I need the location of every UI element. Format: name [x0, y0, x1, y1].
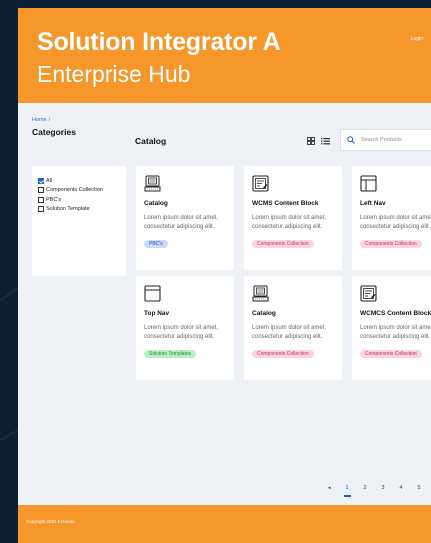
checkbox[interactable]: [38, 177, 44, 184]
top-nav-icon: [144, 285, 161, 302]
card-description: Lorem ipsum dolor sit amet, consectetur …: [360, 214, 431, 232]
category-option-pbcs[interactable]: PBC's: [38, 195, 120, 205]
brand-subtitle: Enterprise Hub: [37, 61, 191, 87]
active-page-indicator: [344, 495, 351, 497]
categories-title: Categories: [32, 127, 76, 137]
breadcrumb-home-link[interactable]: Home: [32, 117, 47, 123]
category-tag: Solution Templates: [144, 349, 197, 359]
card-description: Lorem ipsum dolor sit amet, consectetur …: [144, 324, 226, 342]
catalog-icon: [252, 285, 269, 302]
card-description-line: Lorem ipsum dolor sit amet,: [252, 215, 327, 221]
card-description: Lorem ipsum dolor sit amet, consectetur …: [252, 214, 334, 232]
category-filter-panel: All Components Collection PBC's Solution…: [32, 166, 126, 276]
card-description-line: Lorem ipsum dolor sit amet,: [144, 325, 219, 331]
card-description: Lorem ipsum dolor sit amet, consectetur …: [360, 324, 431, 342]
header: Solution Integrator A Enterprise Hub Log…: [18, 8, 431, 103]
card-title: WCMCS Content Block: [360, 310, 431, 317]
card-title: Top Nav: [144, 310, 170, 317]
card-description: Lorem ipsum dolor sit amet, consectetur …: [144, 214, 226, 232]
copyright-text: Copyright 2021 Entando: [26, 519, 75, 524]
search-input[interactable]: [361, 137, 431, 143]
category-label: Solution Template: [46, 206, 90, 213]
page-button-5[interactable]: 5: [415, 485, 423, 491]
product-card[interactable]: Left Nav Lorem ipsum dolor sit amet, con…: [352, 166, 431, 270]
grid-view-icon[interactable]: [307, 137, 315, 145]
pagination: ◂ 1 2 3 4 5: [18, 485, 431, 499]
checkbox[interactable]: [38, 187, 44, 194]
card-description-line: consectetur adipiscing elit.: [144, 224, 215, 230]
card-title: Left Nav: [360, 200, 386, 207]
page-button-2[interactable]: 2: [361, 485, 369, 491]
login-link[interactable]: Login: [411, 36, 423, 42]
category-label: PBC's: [46, 196, 62, 203]
card-description-line: consectetur adipiscing elit.: [360, 224, 431, 230]
card-title: Catalog: [144, 200, 168, 207]
brand-title: Solution Integrator A: [37, 28, 281, 56]
product-card[interactable]: Catalog Lorem ipsum dolor sit amet, cons…: [244, 276, 342, 380]
page-button-3[interactable]: 3: [379, 485, 387, 491]
card-description-line: consectetur adipiscing elit.: [252, 334, 323, 340]
page-button-1[interactable]: 1: [343, 485, 351, 491]
catalog-icon: [144, 175, 161, 192]
footer: Copyright 2021 Entando: [18, 505, 431, 543]
card-description-line: Lorem ipsum dolor sit amet,: [360, 215, 431, 221]
category-option-components-collection[interactable]: Components Collection: [38, 186, 120, 196]
card-description-line: Lorem ipsum dolor sit amet,: [144, 215, 219, 221]
previous-page-button[interactable]: ◂: [328, 485, 331, 491]
category-tag: Components Collection: [252, 239, 314, 249]
search-box[interactable]: [340, 129, 431, 151]
content-block-icon: [360, 285, 377, 302]
category-option-solution-template[interactable]: Solution Template: [38, 205, 120, 215]
category-label: All: [46, 177, 53, 184]
search-icon: [347, 136, 355, 144]
card-title: Catalog: [252, 310, 276, 317]
card-description-line: Lorem ipsum dolor sit amet,: [360, 325, 431, 331]
product-card[interactable]: WCMS Content Block Lorem ipsum dolor sit…: [244, 166, 342, 270]
product-card[interactable]: WCMCS Content Block Lorem ipsum dolor si…: [352, 276, 431, 380]
page: Solution Integrator A Enterprise Hub Log…: [18, 8, 431, 543]
card-description-line: consectetur adipiscing elit.: [144, 334, 215, 340]
product-card[interactable]: Catalog Lorem ipsum dolor sit amet, cons…: [136, 166, 234, 270]
card-title: WCMS Content Block: [252, 200, 319, 207]
card-description-line: Lorem ipsum dolor sit amet,: [252, 325, 327, 331]
card-description-line: consectetur adipiscing elit.: [252, 224, 323, 230]
page-title: Catalog: [135, 136, 167, 146]
category-label: Components Collection: [46, 187, 103, 194]
breadcrumb-separator: /: [48, 117, 51, 123]
list-view-icon[interactable]: [321, 137, 330, 145]
category-tag: Components Collection: [360, 349, 422, 359]
category-tag: PBC's: [144, 239, 168, 249]
page-button-4[interactable]: 4: [397, 485, 405, 491]
left-nav-icon: [360, 175, 377, 192]
checkbox[interactable]: [38, 196, 44, 203]
checkbox[interactable]: [38, 206, 44, 213]
content-block-icon: [252, 175, 269, 192]
card-description-line: consectetur adipiscing elit.: [360, 334, 431, 340]
product-card[interactable]: Top Nav Lorem ipsum dolor sit amet, cons…: [136, 276, 234, 380]
category-option-all[interactable]: All: [38, 176, 120, 186]
breadcrumb: Home /: [32, 117, 50, 123]
card-description: Lorem ipsum dolor sit amet, consectetur …: [252, 324, 334, 342]
category-tag: Components Collection: [252, 349, 314, 359]
category-tag: Components Collection: [360, 239, 422, 249]
